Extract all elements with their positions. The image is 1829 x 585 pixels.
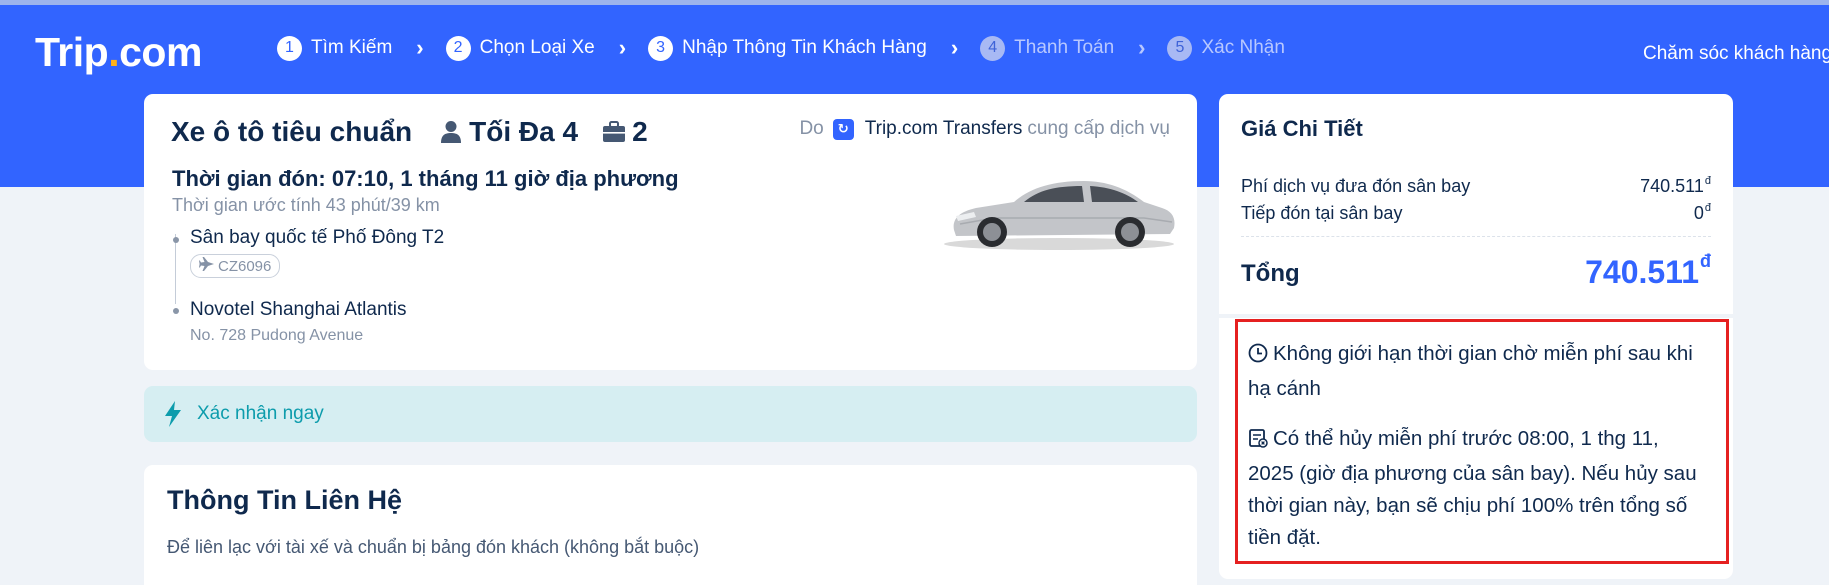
step-label: Xác Nhận [1201, 37, 1285, 58]
person-icon [440, 120, 462, 144]
chevron-right-icon: › [950, 35, 959, 60]
booking-steps: 1 Tìm Kiếm › 2 Chọn Loại Xe › 3 Nhập Thô… [277, 35, 1285, 61]
car-image [934, 164, 1184, 259]
instant-confirmation-banner: Xác nhận ngay [144, 386, 1197, 442]
step-label: Tìm Kiếm [311, 37, 393, 58]
step-label: Nhập Thông Tin Khách Hàng [682, 37, 927, 58]
step-customer-info: 3 Nhập Thông Tin Khách Hàng [648, 35, 927, 61]
waiting-policy-text: Không giới hạn thời gian chờ miễn phí sa… [1248, 342, 1693, 400]
chevron-right-icon: › [416, 35, 424, 60]
price-row-value: 740.511đ [1640, 175, 1711, 196]
luggage-icon [602, 121, 626, 143]
car-details-card: Xe ô tô tiêu chuẩn Tối Đa 4 2 Do ↻ Trip.… [144, 94, 1197, 370]
bolt-icon [164, 401, 182, 432]
contact-subtitle: Để liên lạc với tài xế và chuẩn bị bảng … [167, 537, 700, 557]
price-row-label: Phí dịch vụ đưa đón sân bay [1241, 176, 1471, 196]
car-type: Xe ô tô tiêu chuẩn [171, 116, 413, 147]
cancel-policy-icon [1248, 426, 1268, 458]
instant-confirmation-label: Xác nhận ngay [197, 403, 324, 424]
price-title: Giá Chi Tiết [1241, 116, 1363, 141]
price-row-value: 0đ [1693, 202, 1711, 223]
price-row-label: Tiếp đón tại sân bay [1241, 203, 1403, 223]
price-divider [1241, 236, 1711, 237]
flight-number: CZ6096 [218, 257, 272, 275]
dropoff-location: Novotel Shanghai Atlantis [190, 299, 407, 320]
pickup-dot [173, 237, 179, 243]
max-passengers: Tối Đa 4 [469, 116, 579, 147]
price-details-card: Giá Chi Tiết Phí dịch vụ đưa đón sân bay… [1219, 94, 1733, 579]
step-label: Thanh Toán [1014, 37, 1115, 58]
car-title-row: Xe ô tô tiêu chuẩn Tối Đa 4 2 [171, 116, 648, 148]
step-number: 1 [277, 35, 302, 61]
route-line [175, 234, 176, 304]
total-value: 740.511đ [1585, 251, 1711, 290]
policy-highlight-box: Không giới hạn thời gian chờ miễn phí sa… [1235, 319, 1729, 564]
step-number: 5 [1167, 35, 1193, 61]
step-search[interactable]: 1 Tìm Kiếm [277, 35, 393, 61]
trip-logo[interactable]: Trip.com [35, 29, 202, 76]
chevron-right-icon: › [618, 35, 627, 60]
contact-info-card: Thông Tin Liên Hệ Để liên lạc với tài xế… [144, 465, 1197, 585]
step-label: Chọn Loại Xe [479, 37, 595, 58]
step-number: 2 [445, 35, 471, 61]
clock-icon [1248, 341, 1268, 373]
pickup-time: Thời gian đón: 07:10, 1 tháng 11 giờ địa… [172, 166, 679, 191]
contact-title: Thông Tin Liên Hệ [167, 485, 402, 515]
total-label: Tổng [1241, 260, 1300, 287]
luggage-count: 2 [632, 116, 648, 147]
step-confirmation: 5 Xác Nhận [1167, 35, 1285, 61]
cancellation-policy: Có thể hủy miễn phí trước 08:00, 1 thg 1… [1248, 423, 1704, 554]
dropoff-dot [173, 308, 179, 314]
flight-badge: CZ6096 [190, 254, 281, 278]
section-gap [1219, 314, 1733, 318]
customer-support-link[interactable]: Chăm sóc khách hàng [1643, 43, 1829, 65]
step-payment: 4 Thanh Toán [980, 35, 1115, 61]
pickup-location: Sân bay quốc tế Phố Đông T2 [190, 227, 445, 248]
step-number: 4 [980, 35, 1006, 61]
chevron-right-icon: › [1138, 35, 1146, 60]
provider-logo-icon: ↻ [832, 118, 854, 140]
step-choose-car[interactable]: 2 Chọn Loại Xe [445, 35, 595, 61]
price-row: Tiếp đón tại sân bay 0đ [1241, 202, 1711, 224]
step-number: 3 [648, 35, 674, 61]
price-row: Phí dịch vụ đưa đón sân bay 740.511đ [1241, 175, 1711, 197]
provider-name: Trip.com Transfers [864, 118, 1023, 139]
airplane-icon [199, 257, 215, 275]
dropoff-address: No. 728 Pudong Avenue [190, 327, 364, 344]
waiting-policy: Không giới hạn thời gian chờ miễn phí sa… [1248, 338, 1704, 405]
provider-info: Do ↻ Trip.com Transfers cung cấp dịch vụ [799, 118, 1170, 140]
estimated-duration: Thời gian ước tính 43 phút/39 km [172, 195, 440, 215]
cancellation-policy-text: Có thể hủy miễn phí trước 08:00, 1 thg 1… [1248, 427, 1697, 549]
